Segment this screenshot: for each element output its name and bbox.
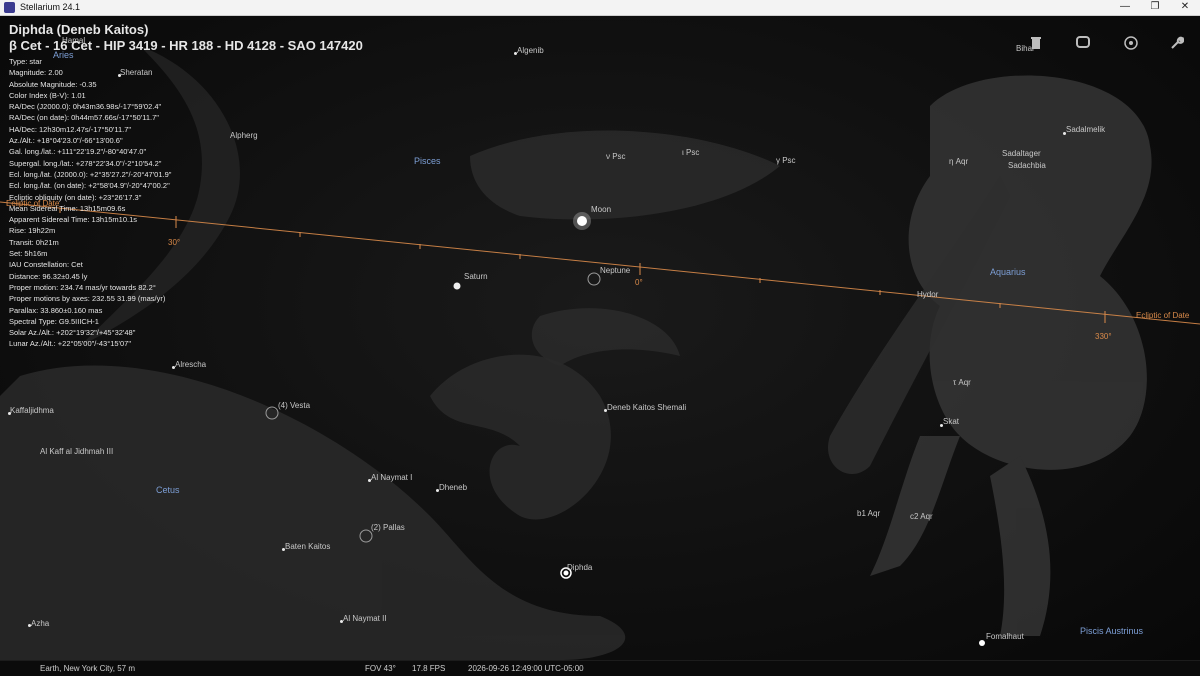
info-ecliptic-j2000: Ecl. long./lat. (J2000.0): +2°35'27.2"/-… xyxy=(9,169,172,179)
info-radec-j2000: RA/Dec (J2000.0): 0h43m36.98s/-17°59'02.… xyxy=(9,102,162,112)
close-button[interactable]: ✕ xyxy=(1170,0,1200,15)
status-bar: Earth, New York City, 57 m FOV 43° 17.8 … xyxy=(0,660,1200,676)
info-magnitude: Magnitude: 2.00 xyxy=(9,68,63,78)
star-label-algenib[interactable]: Algenib xyxy=(517,46,544,56)
info-galactic: Gal. long./lat.: +111°22'19.2"/-80°40'47… xyxy=(9,147,147,157)
info-solar-az-alt: Solar Az./Alt.: +202°19'32"/+45°32'48" xyxy=(9,328,136,338)
constellation-aquarius: Aquarius xyxy=(990,267,1026,277)
info-proper-motion: Proper motion: 234.74 mas/yr towards 82.… xyxy=(9,282,156,292)
label-saturn[interactable]: Saturn xyxy=(464,272,488,282)
pisces-fish2-art xyxy=(531,308,680,366)
wrench-icon[interactable] xyxy=(1170,36,1192,58)
info-set: Set: 5h16m xyxy=(9,249,48,259)
top-toolbar: Bihar xyxy=(1010,32,1200,62)
star-label-azha[interactable]: Azha xyxy=(31,619,49,629)
constellation-cetus: Cetus xyxy=(156,485,180,495)
info-obliquity: Ecliptic obliquity (on date): +23°26'17.… xyxy=(9,192,142,202)
network-globe-icon[interactable] xyxy=(1124,36,1146,58)
star-label-eta-aqr[interactable]: η Aqr xyxy=(949,157,968,167)
info-spectral-type: Spectral Type: G9.5IIICH-1 xyxy=(9,316,99,326)
trash-icon[interactable] xyxy=(1030,36,1052,58)
minimize-button[interactable]: — xyxy=(1110,0,1140,15)
info-rise: Rise: 19h22m xyxy=(9,226,56,236)
star-label-gamma-psc[interactable]: γ Psc xyxy=(776,156,796,166)
star-label-alrescha[interactable]: Alrescha xyxy=(175,360,206,370)
status-datetime[interactable]: 2026-09-26 12:49:00 UTC-05:00 xyxy=(468,664,584,673)
info-parallax: Parallax: 33.860±0.160 mas xyxy=(9,305,103,315)
info-supergalactic: Supergal. long./lat.: +278°22'34.0"/-2°1… xyxy=(9,158,162,168)
star-label-c2-aqr[interactable]: c2 Aqr xyxy=(910,512,933,522)
star-label-sadachbia[interactable]: Sadachbia xyxy=(1008,161,1046,171)
object-designations: β Cet - 16 Cet - HIP 3419 - HR 188 - HD … xyxy=(9,38,363,53)
label-vesta[interactable]: (4) Vesta xyxy=(278,401,310,411)
star-label-skat[interactable]: Skat xyxy=(943,417,959,427)
pisces-fish-art xyxy=(470,130,780,220)
star-label-sadaltager[interactable]: Sadaltager xyxy=(1002,149,1041,159)
status-fov: FOV 43° xyxy=(365,664,396,673)
info-abs-magnitude: Absolute Magnitude: -0.35 xyxy=(9,79,97,89)
saturn-disc[interactable] xyxy=(453,282,461,290)
star-label-sadalmelik[interactable]: Sadalmelik xyxy=(1066,125,1105,135)
info-mean-sidereal: Mean Sidereal Time: 13h15m09.6s xyxy=(9,203,126,213)
info-radec-date: RA/Dec (on date): 0h44m57.66s/-17°50'11.… xyxy=(9,113,159,123)
status-location[interactable]: Earth, New York City, 57 m xyxy=(40,664,135,673)
fomalhaut-star[interactable] xyxy=(979,640,985,646)
window-title: Stellarium 24.1 xyxy=(20,2,81,12)
star-label-diphda[interactable]: Diphda xyxy=(567,563,592,573)
constellation-piscis-austrinus: Piscis Austrinus xyxy=(1080,626,1144,636)
object-name: Diphda (Deneb Kaitos) xyxy=(9,22,149,37)
window-titlebar: Stellarium 24.1 — ❐ ✕ xyxy=(0,0,1200,16)
info-constellation: IAU Constellation: Cet xyxy=(9,260,83,270)
label-neptune[interactable]: Neptune xyxy=(600,266,630,276)
info-type: Type: star xyxy=(9,57,42,66)
star-label-baten-kaitos[interactable]: Baten Kaitos xyxy=(285,542,330,552)
info-lunar-az-alt: Lunar Az./Alt.: +22°05'00"/-43°15'07" xyxy=(9,339,131,349)
ecliptic-tick-0: 0° xyxy=(635,278,643,287)
neptune-marker[interactable] xyxy=(587,272,601,286)
star-label-hydor[interactable]: Hydor xyxy=(917,290,938,300)
maximize-button[interactable]: ❐ xyxy=(1140,0,1170,15)
label-pallas[interactable]: (2) Pallas xyxy=(371,523,405,533)
info-az-alt: Az./Alt.: +18°04'23.0"/-66°13'00.6" xyxy=(9,136,123,146)
constellation-pisces: Pisces xyxy=(414,156,441,166)
fullscreen-icon[interactable] xyxy=(1076,36,1098,58)
object-info-panel: Diphda (Deneb Kaitos) β Cet - 16 Cet - H… xyxy=(9,22,363,350)
ecliptic-label: Ecliptic of Date xyxy=(1136,311,1190,320)
star-label-al-naymat-i[interactable]: Al Naymat I xyxy=(371,473,412,483)
star-label-nu-psc[interactable]: ν Psc xyxy=(606,152,626,162)
status-fps: 17.8 FPS xyxy=(412,664,446,673)
stellarium-app-icon xyxy=(4,2,15,13)
star-label-kaffaljidhma[interactable]: Kaffaljidhma xyxy=(10,406,54,416)
star-label-fomalhaut[interactable]: Fomalhaut xyxy=(986,632,1024,642)
label-moon[interactable]: Moon xyxy=(591,205,611,215)
info-apparent-sidereal: Apparent Sidereal Time: 13h15m10.1s xyxy=(9,215,137,225)
star-label-deneb-kaitos-shemali[interactable]: Deneb Kaitos Shemali xyxy=(607,403,686,413)
info-ha-dec: HA/Dec: 12h30m12.47s/-17°50'11.7" xyxy=(9,124,132,134)
cetus-art xyxy=(0,354,626,660)
star-label-al-kaff-iii[interactable]: Al Kaff al Jidhmah III xyxy=(40,447,113,457)
info-transit: Transit: 0h21m xyxy=(9,237,59,247)
star-label-iota-psc[interactable]: ι Psc xyxy=(682,148,699,158)
star-label-dheneb[interactable]: Dheneb xyxy=(439,483,467,493)
info-color-index: Color Index (B-V): 1.01 xyxy=(9,90,86,100)
star-label-b1-aqr[interactable]: b1 Aqr xyxy=(857,509,880,519)
star-label-al-naymat-ii[interactable]: Al Naymat II xyxy=(343,614,387,624)
moon-disc[interactable] xyxy=(577,216,587,226)
ecliptic-tick-330: 330° xyxy=(1095,332,1112,341)
info-ecliptic-date: Ecl. long./lat. (on date): +2°58'04.9"/-… xyxy=(9,181,170,191)
star-label-tau-aqr[interactable]: τ Aqr xyxy=(953,378,971,388)
info-distance: Distance: 96.32±0.45 ly xyxy=(9,271,88,281)
info-proper-motion-axes: Proper motions by axes: 232.55 31.99 (ma… xyxy=(9,294,166,304)
